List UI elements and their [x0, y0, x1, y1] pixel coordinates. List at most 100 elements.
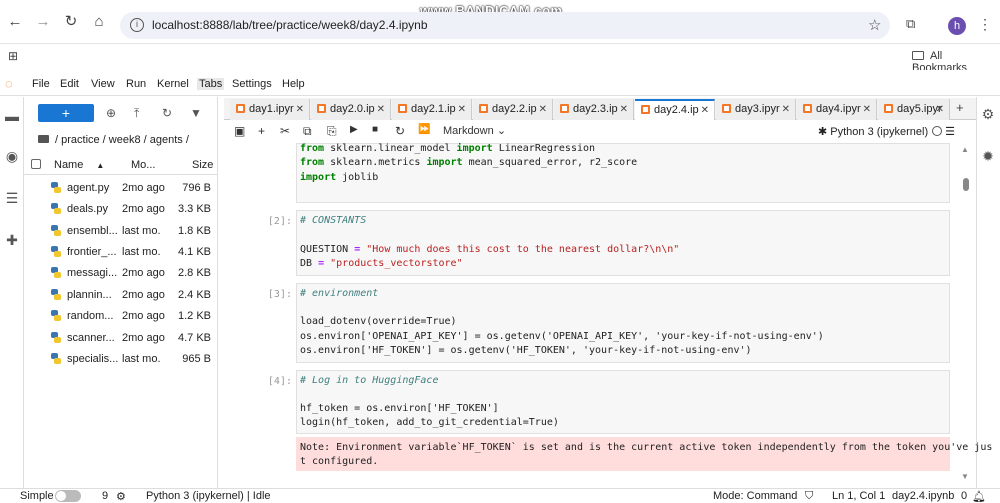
site-info-icon[interactable]: i — [130, 18, 144, 32]
filter-icon[interactable]: ▼ — [190, 106, 202, 120]
reload-icon[interactable]: ↻ — [62, 13, 80, 31]
list-item[interactable]: frontier_... last mo. 4.1 KB — [24, 241, 218, 262]
tab-day2-2[interactable]: day2.2.ip ✕ — [473, 99, 553, 120]
menu-view[interactable]: View — [91, 78, 115, 90]
back-icon[interactable]: ← — [6, 13, 24, 31]
list-item[interactable]: messagi... 2mo ago 2.8 KB — [24, 262, 218, 283]
cut-icon[interactable]: ✂ — [280, 124, 290, 138]
extensions-icon[interactable]: ⧉ — [906, 16, 915, 32]
menu-settings[interactable]: Settings — [232, 78, 272, 90]
list-item[interactable]: random... 2mo ago 1.2 KB — [24, 305, 218, 326]
stop-icon[interactable]: ■ — [372, 124, 378, 135]
list-item[interactable]: agent.py 2mo ago 796 B — [24, 177, 218, 198]
code-line: login(hf_token, add_to_git_credential=Tr… — [300, 417, 559, 428]
python-file-icon — [51, 225, 61, 236]
shield-icon[interactable]: ⛉ — [805, 490, 813, 503]
new-folder-icon[interactable]: ⊕ — [106, 106, 116, 120]
add-tab-icon[interactable]: + — [956, 100, 964, 115]
scroll-up-icon[interactable]: ▲ — [961, 145, 969, 154]
save-icon[interactable]: ▣ — [234, 124, 245, 138]
kernel-indicator[interactable]: ✱ Python 3 (ipykernel) ☰ — [818, 125, 955, 138]
cell-type-select[interactable]: Markdown ⌄ — [443, 124, 506, 137]
column-size[interactable]: Size — [192, 159, 213, 171]
tab-day2-0[interactable]: day2.0.ip ✕ — [311, 99, 391, 120]
restart-icon[interactable]: ↻ — [395, 124, 405, 138]
avatar[interactable]: h — [948, 17, 966, 35]
home-icon[interactable]: ⌂ — [90, 13, 108, 31]
cell-prompt: [2]: — [267, 216, 292, 227]
new-launcher-button[interactable]: + — [38, 104, 94, 122]
tab-day2-3[interactable]: day2.3.ip ✕ — [554, 99, 634, 120]
breadcrumb[interactable]: / practice / week8 / agents / — [38, 134, 189, 146]
code-line: QUESTION = "How much does this cost to t… — [300, 244, 680, 255]
menu-kernel[interactable]: Kernel — [157, 78, 189, 90]
bell-icon[interactable]: 🔔︎ — [972, 490, 986, 503]
file-name: specialis... — [67, 353, 119, 365]
gear-icon[interactable]: ⚙ — [116, 490, 126, 503]
menu-help[interactable]: Help — [282, 78, 305, 90]
scrollbar-thumb[interactable] — [963, 178, 969, 191]
python-file-icon — [51, 203, 61, 214]
menu-file[interactable]: File — [32, 78, 50, 90]
tab-day2-4[interactable]: day2.4.ip ✕ — [635, 99, 715, 120]
property-inspector-icon[interactable]: ⚙ — [980, 106, 996, 122]
cursor-position[interactable]: Ln 1, Col 1 — [832, 490, 885, 502]
tab-day5[interactable]: day5.ipyr ✕ — [878, 99, 950, 120]
column-name-label: Name — [54, 159, 84, 171]
file-modified: 2mo ago — [122, 182, 165, 194]
code-line: load_dotenv(override=True) — [300, 316, 457, 327]
tab-day2-1[interactable]: day2.1.ip ✕ — [392, 99, 472, 120]
copy-icon[interactable]: ⧉ — [303, 124, 312, 139]
bookmark-star-icon[interactable]: ☆ — [868, 16, 881, 34]
list-item[interactable]: deals.py 2mo ago 3.3 KB — [24, 198, 218, 219]
extension-icon[interactable]: ✚ — [4, 232, 20, 248]
debugger-icon[interactable]: ✹ — [980, 148, 996, 164]
tab-day4[interactable]: day4.ipyr ✕ — [797, 99, 877, 120]
refresh-icon[interactable]: ↻ — [162, 106, 172, 120]
list-item[interactable]: plannin... 2mo ago 2.4 KB — [24, 284, 218, 305]
close-icon[interactable]: ✕ — [782, 99, 790, 120]
fast-forward-icon[interactable]: ⏩ — [418, 124, 430, 135]
insert-cell-icon[interactable]: + — [258, 124, 265, 138]
apps-grid-icon[interactable]: ⊞ — [8, 49, 18, 63]
toc-icon[interactable]: ☰ — [4, 190, 20, 206]
kernel-name: Python 3 (ipykernel) — [830, 126, 929, 138]
column-modified[interactable]: Mo... — [131, 159, 155, 171]
url-text[interactable]: localhost:8888/lab/tree/practice/week8/d… — [152, 18, 428, 32]
kernel-status[interactable]: Python 3 (ipykernel) | Idle — [146, 490, 271, 502]
upload-icon[interactable]: ⤒ — [134, 106, 139, 121]
close-icon[interactable]: ✕ — [458, 99, 466, 120]
paste-icon[interactable]: ⎘ — [327, 124, 337, 139]
tab-label: day2.3.ip — [573, 103, 618, 115]
code-line: DB = "products_vectorstore" — [300, 258, 463, 269]
list-item[interactable]: specialis... last mo. 965 B — [24, 348, 218, 369]
notebook-icon — [398, 104, 407, 113]
close-icon[interactable]: ✕ — [377, 99, 385, 120]
file-size: 4.1 KB — [177, 246, 211, 258]
python-file-icon — [51, 353, 61, 364]
forward-icon[interactable]: → — [34, 13, 52, 31]
select-all-checkbox[interactable] — [31, 159, 41, 169]
file-size: 2.8 KB — [177, 267, 211, 279]
close-icon[interactable]: ✕ — [296, 99, 304, 120]
more-menu-icon[interactable]: ⋮ — [978, 16, 992, 33]
close-icon[interactable]: ✕ — [863, 99, 871, 120]
running-icon[interactable]: ◉ — [4, 148, 20, 164]
code-comment: # CONSTANTS — [300, 215, 367, 226]
list-item[interactable]: ensembl... last mo. 1.8 KB — [24, 220, 218, 241]
menu-run[interactable]: Run — [126, 78, 146, 90]
list-item[interactable]: scanner... 2mo ago 4.7 KB — [24, 327, 218, 348]
tab-day1[interactable]: day1.ipyr ✕ — [230, 99, 310, 120]
menu-tabs[interactable]: Tabs — [197, 78, 225, 90]
column-name[interactable]: Name ▲ — [54, 159, 104, 171]
folder-icon[interactable]: ▬ — [4, 108, 20, 124]
simple-mode-toggle[interactable] — [55, 490, 81, 502]
close-icon[interactable]: ✕ — [539, 99, 547, 120]
scroll-down-icon[interactable]: ▼ — [961, 472, 969, 481]
menu-edit[interactable]: Edit — [60, 78, 79, 90]
close-icon[interactable]: ✕ — [701, 101, 709, 120]
run-icon[interactable]: ▶ — [350, 124, 358, 135]
tab-day3[interactable]: day3.ipyr ✕ — [716, 99, 796, 120]
close-icon[interactable]: ✕ — [936, 99, 944, 120]
close-icon[interactable]: ✕ — [620, 99, 628, 120]
